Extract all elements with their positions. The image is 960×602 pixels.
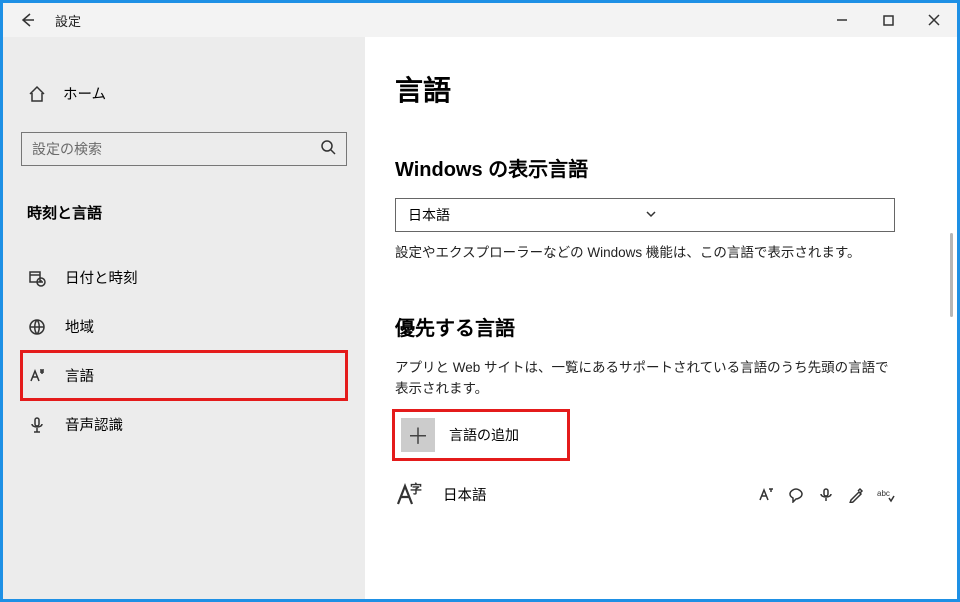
- arrow-left-icon: [18, 11, 36, 29]
- add-language-button[interactable]: ＋ 言語の追加: [395, 412, 567, 458]
- home-link[interactable]: ホーム: [21, 75, 347, 112]
- svg-text:abc: abc: [877, 489, 890, 498]
- scrollbar[interactable]: [950, 233, 953, 317]
- sidebar-item-speech[interactable]: 音声認識: [21, 400, 347, 449]
- search-icon: [320, 139, 336, 160]
- svg-text:字: 字: [410, 481, 422, 496]
- globe-icon: [27, 317, 47, 337]
- language-name: 日本語: [443, 484, 487, 505]
- page-title: 言語: [395, 69, 909, 109]
- spellcheck-badge-icon: abc: [877, 486, 895, 504]
- display-language-dropdown[interactable]: 日本語: [395, 198, 895, 232]
- sidebar-item-datetime[interactable]: 日付と時刻: [21, 253, 347, 302]
- search-placeholder: 設定の検索: [32, 139, 320, 159]
- maximize-button[interactable]: [865, 3, 911, 37]
- calendar-clock-icon: [27, 268, 47, 288]
- speech-recognition-badge-icon: [817, 486, 835, 504]
- minimize-button[interactable]: [819, 3, 865, 37]
- handwriting-badge-icon: [847, 486, 865, 504]
- nav-label: 日付と時刻: [65, 267, 138, 288]
- plus-icon: ＋: [401, 418, 435, 452]
- add-language-label: 言語の追加: [449, 425, 519, 445]
- preferred-language-help: アプリと Web サイトは、一覧にあるサポートされている言語のうち先頭の言語で表…: [395, 357, 895, 400]
- text-to-speech-badge-icon: [787, 486, 805, 504]
- display-language-help: 設定やエクスプローラーなどの Windows 機能は、この言語で表示されます。: [395, 242, 909, 264]
- display-language-badge-icon: [757, 486, 775, 504]
- display-language-heading: Windows の表示言語: [395, 153, 909, 182]
- main-content: 言語 Windows の表示言語 日本語 設定やエクスプローラーなどの Wind…: [365, 37, 957, 599]
- sidebar-item-region[interactable]: 地域: [21, 302, 347, 351]
- window-controls: [819, 3, 957, 37]
- language-a-icon: [27, 366, 47, 386]
- language-feature-badges: abc: [757, 486, 895, 504]
- back-button[interactable]: [3, 3, 51, 37]
- dropdown-value: 日本語: [408, 205, 645, 225]
- category-heading: 時刻と言語: [21, 202, 347, 223]
- sidebar-item-language[interactable]: 言語: [21, 351, 347, 400]
- nav-label: 言語: [65, 365, 94, 386]
- close-button[interactable]: [911, 3, 957, 37]
- home-icon: [27, 84, 47, 104]
- search-input[interactable]: 設定の検索: [21, 132, 347, 166]
- preferred-language-heading: 優先する言語: [395, 312, 909, 341]
- language-character-icon: 字: [395, 480, 425, 510]
- chevron-down-icon: [645, 207, 882, 223]
- sidebar: ホーム 設定の検索 時刻と言語 日付と時刻 地域: [3, 37, 365, 599]
- home-label: ホーム: [63, 83, 106, 104]
- window-title: 設定: [55, 11, 81, 30]
- nav-label: 音声認識: [65, 414, 123, 435]
- titlebar: 設定: [3, 3, 957, 37]
- nav-label: 地域: [65, 316, 94, 337]
- microphone-icon: [27, 415, 47, 435]
- language-item[interactable]: 字 日本語 abc: [395, 480, 895, 510]
